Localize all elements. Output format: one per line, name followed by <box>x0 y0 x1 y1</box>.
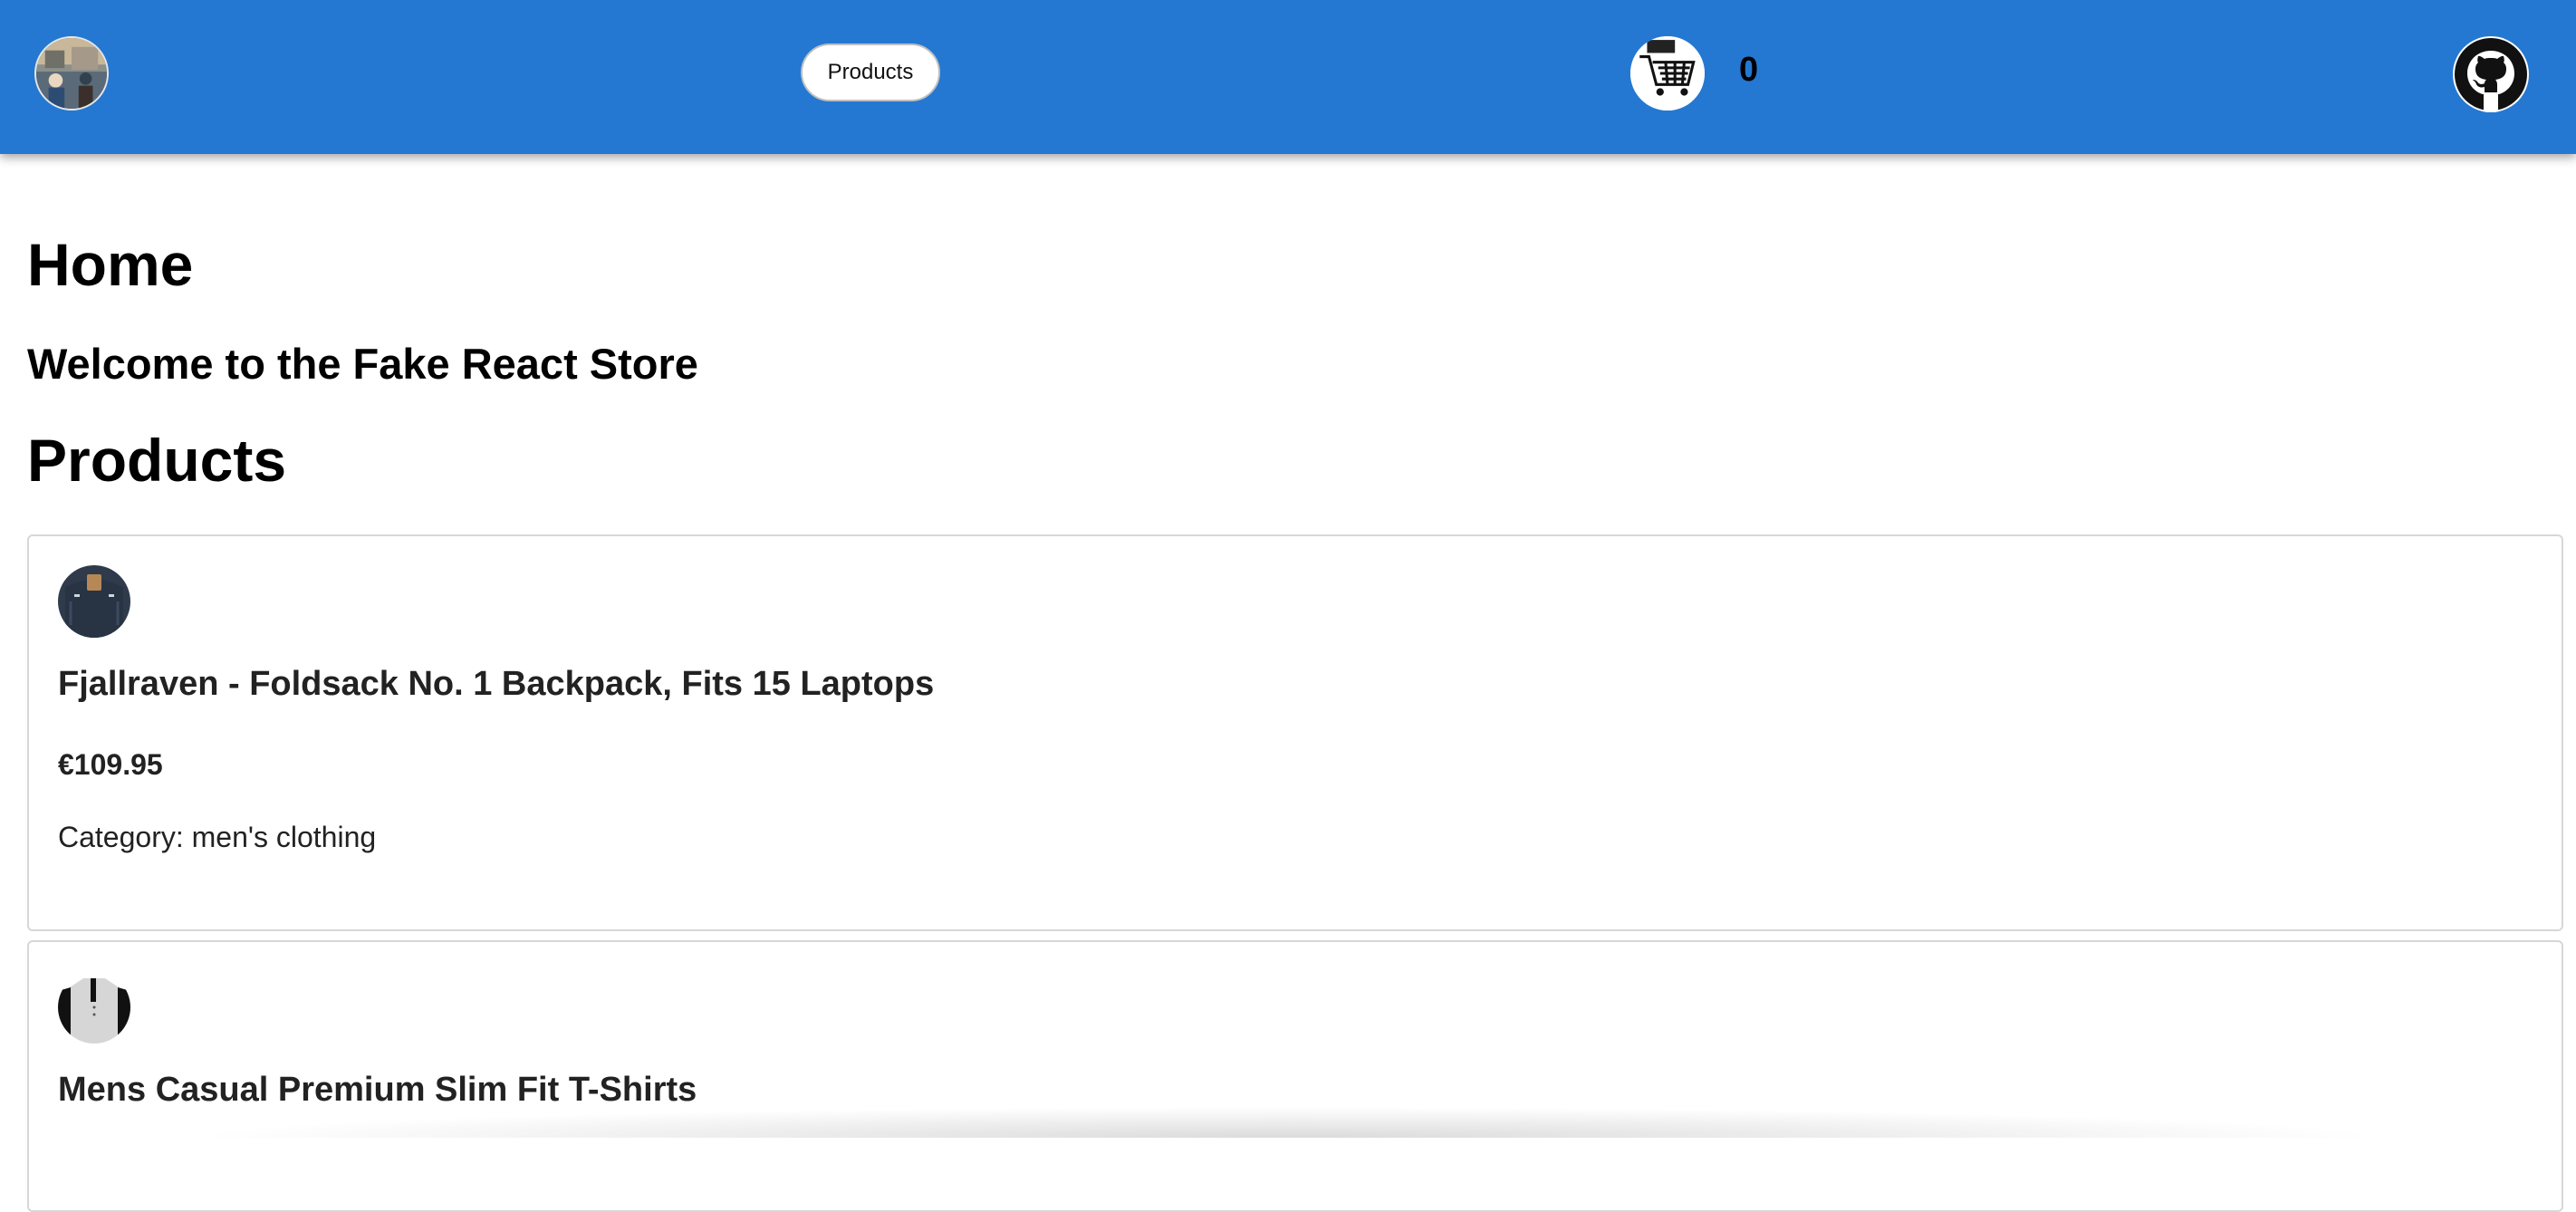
product-category: Category: men's clothing <box>58 821 376 854</box>
product-title[interactable]: Mens Casual Premium Slim Fit T-Shirts <box>58 1071 697 1110</box>
store-avatar-icon[interactable] <box>34 36 109 111</box>
product-price: €109.95 <box>58 748 163 782</box>
product-card[interactable]: Fjallraven - Foldsack No. 1 Backpack, Fi… <box>27 534 2563 931</box>
github-icon[interactable] <box>2453 36 2529 112</box>
tshirt-image <box>58 971 130 1044</box>
product-title[interactable]: Fjallraven - Foldsack No. 1 Backpack, Fi… <box>58 665 934 704</box>
cart-count: 0 <box>1739 51 1758 90</box>
products-heading: Products <box>27 426 286 495</box>
product-card[interactable]: Mens Casual Premium Slim Fit T-Shirts <box>27 940 2563 1212</box>
shopping-cart-icon[interactable] <box>1630 36 1705 111</box>
page-title: Home <box>27 230 193 299</box>
backpack-image <box>58 565 130 638</box>
top-navigation-bar: Products 0 <box>0 0 2576 154</box>
nav-products-button[interactable]: Products <box>801 43 940 101</box>
welcome-message: Welcome to the Fake React Store <box>27 339 698 389</box>
